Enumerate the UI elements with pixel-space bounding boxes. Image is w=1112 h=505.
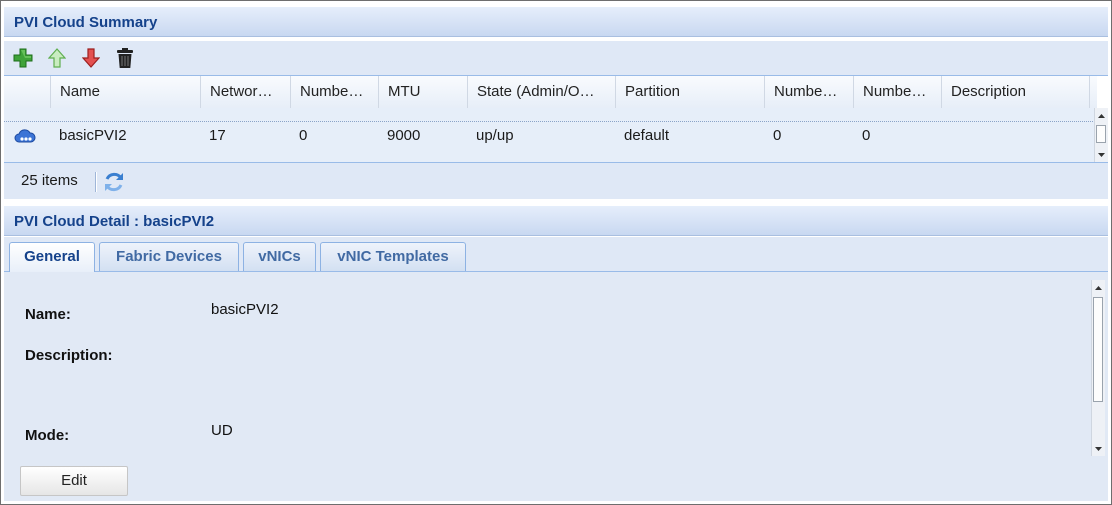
cell-state: up/up [476,127,514,144]
summary-paging-bar: 25 items [4,162,1108,200]
column-header-mtu[interactable]: MTU [378,76,467,108]
summary-panel-title: PVI Cloud Summary [4,7,1108,37]
mode-label: Mode: [25,427,70,444]
column-header-description[interactable]: Description [941,76,1090,108]
pvi-cloud-window: PVI Cloud Summary Name Networ… Numbe… MT… [0,0,1112,505]
scroll-thumb[interactable] [1096,125,1106,143]
cell-number-3: 0 [862,127,871,144]
detail-scroll-thumb[interactable] [1093,297,1103,402]
panel-gap [4,199,1108,205]
detail-tabstrip: General Fabric Devices vNICs vNIC Templa… [4,237,1108,272]
table-row[interactable]: basicPVI2 17 0 9000 up/up default 0 0 [4,121,1097,152]
summary-grid-header: Name Networ… Numbe… MTU State (Admin/O… … [4,76,1097,109]
refresh-button[interactable] [102,170,126,194]
column-header-number-2[interactable]: Numbe… [764,76,853,108]
detail-scrollbar[interactable] [1091,280,1105,456]
cell-partition: default [624,127,670,144]
column-header-network[interactable]: Networ… [200,76,290,108]
delete-button[interactable] [113,46,137,70]
mode-value: UD [211,422,233,439]
column-header-partition[interactable]: Partition [615,76,764,108]
column-header-state[interactable]: State (Admin/O… [467,76,615,108]
refresh-icon [105,172,123,192]
scroll-down-arrow[interactable] [1095,149,1108,160]
cell-number-2: 0 [773,127,782,144]
trash-icon [117,48,133,68]
tab-vnics[interactable]: vNICs [243,242,316,271]
row-icon-cell [14,127,36,149]
cell-description [941,122,950,150]
description-label: Description: [25,347,113,364]
tab-fabric-devices[interactable]: Fabric Devices [99,242,239,271]
arrow-up-icon [48,48,66,68]
column-header-number-1[interactable]: Numbe… [290,76,378,108]
name-value: basicPVI2 [211,301,279,318]
edit-button[interactable]: Edit [20,466,128,496]
column-header-number-3[interactable]: Numbe… [853,76,941,108]
move-down-button[interactable] [79,46,103,70]
column-header-name[interactable]: Name [50,76,200,108]
detail-scroll-down-arrow[interactable] [1092,443,1105,454]
cell-network: 17 [209,127,226,144]
detail-scroll-up-arrow[interactable] [1092,282,1105,293]
add-icon [13,48,33,68]
summary-scrollbar[interactable] [1094,108,1108,162]
summary-grid-body: basicPVI2 17 0 9000 up/up default 0 0 [4,108,1108,162]
general-tab-content: Name: basicPVI2 Description: Mode: UD Ed… [4,272,1108,501]
tab-general[interactable]: General [9,242,95,272]
move-up-button[interactable] [45,46,69,70]
cell-number-1: 0 [299,127,308,144]
name-label: Name: [25,306,71,323]
detail-panel-title: PVI Cloud Detail : basicPVI2 [4,206,1108,236]
cell-mtu: 9000 [387,127,421,144]
tab-vnic-templates[interactable]: vNIC Templates [320,242,466,271]
cell-name: basicPVI2 [59,127,127,144]
cloud-network-icon [14,129,36,143]
arrow-down-icon [82,48,100,68]
items-count: 25 items [21,172,78,189]
add-button[interactable] [11,46,35,70]
scroll-up-arrow[interactable] [1095,110,1108,121]
toolbar-separator [95,172,97,192]
summary-toolbar [4,41,1108,76]
